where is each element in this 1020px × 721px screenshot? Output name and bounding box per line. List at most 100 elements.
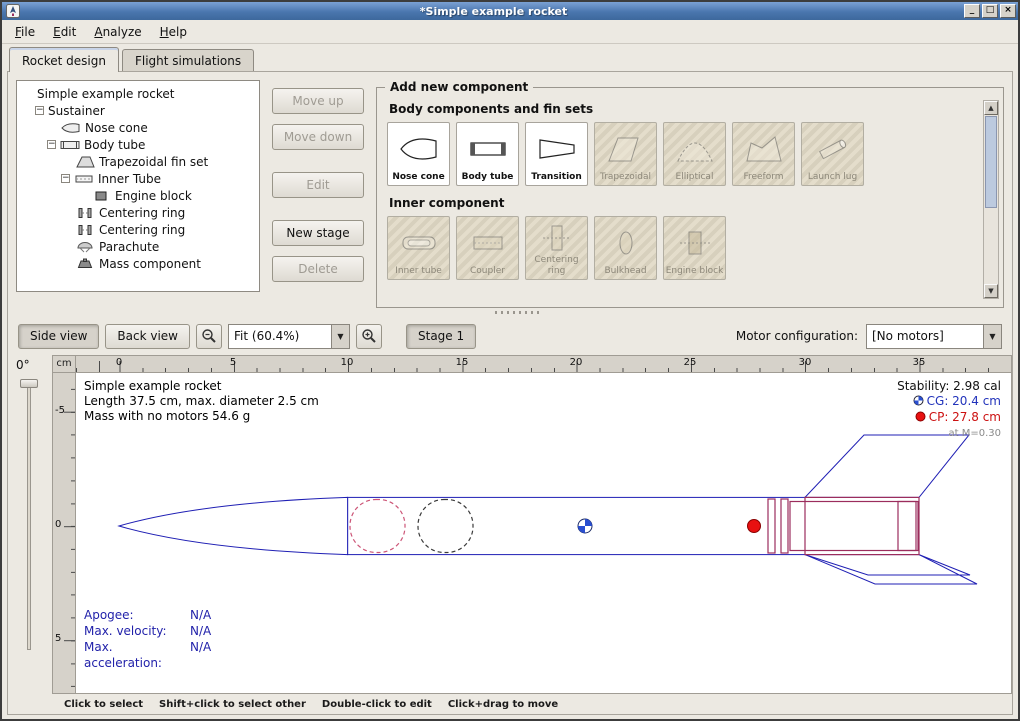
add-inner-tube-button[interactable]: Inner tube xyxy=(387,216,450,280)
collapse-icon[interactable] xyxy=(47,140,56,149)
delete-button[interactable]: Delete xyxy=(272,256,364,282)
zoom-in-button[interactable] xyxy=(356,324,382,349)
add-centering-ring-button[interactable]: Centering ring xyxy=(525,216,588,280)
scroll-down-icon[interactable] xyxy=(984,284,998,298)
trapezoidal-fin-icon xyxy=(606,127,646,172)
ruler-tick-label: 5 xyxy=(55,633,61,644)
tree-item-centering-ring-1[interactable]: Centering ring xyxy=(19,204,257,221)
stability-value: Stability: 2.98 cal xyxy=(897,379,1001,394)
rotation-slider-track[interactable] xyxy=(27,383,31,650)
tree-item-label: Centering ring xyxy=(99,206,185,220)
component-tree[interactable]: Simple example rocket Sustainer Nose con… xyxy=(16,80,260,292)
vertical-ruler-column: cm -5 0 5 xyxy=(52,355,76,694)
dropdown-arrow-icon[interactable] xyxy=(984,324,1002,349)
menu-analyze[interactable]: Analyze xyxy=(85,22,150,42)
freeform-fin-icon xyxy=(744,127,784,172)
centering-ring-icon xyxy=(75,224,95,236)
rotation-slider-thumb[interactable] xyxy=(20,379,38,388)
close-button[interactable]: × xyxy=(1000,4,1016,18)
rocket-canvas[interactable]: Simple example rocket Length 37.5 cm, ma… xyxy=(76,373,1012,694)
ruler-tick-label: 10 xyxy=(341,357,354,368)
move-down-button[interactable]: Move down xyxy=(272,124,364,150)
status-bar: Click to select Shift+click to select ot… xyxy=(8,694,1012,714)
collapse-icon[interactable] xyxy=(61,174,70,183)
add-engine-block-button[interactable]: Engine block xyxy=(663,216,726,280)
add-coupler-button[interactable]: Coupler xyxy=(456,216,519,280)
vertical-scrollbar[interactable] xyxy=(983,100,999,299)
side-view-button[interactable]: Side view xyxy=(18,324,99,349)
component-button-label: Bulkhead xyxy=(604,266,646,276)
engine-block-icon xyxy=(675,221,715,266)
add-nose-cone-button[interactable]: Nose cone xyxy=(387,122,450,186)
scroll-up-icon[interactable] xyxy=(984,101,998,115)
tab-rocket-design[interactable]: Rocket design xyxy=(9,47,119,72)
tree-item-mass-component[interactable]: Mass component xyxy=(19,255,257,272)
motor-configuration: Motor configuration: [No motors] xyxy=(736,324,1002,349)
max-velocity-value: N/A xyxy=(190,623,211,639)
add-body-tube-button[interactable]: Body tube xyxy=(456,122,519,186)
collapse-icon[interactable] xyxy=(35,106,44,115)
move-up-button[interactable]: Move up xyxy=(272,88,364,114)
component-button-label: Engine block xyxy=(666,266,724,276)
ruler-tick-label: 15 xyxy=(456,357,469,368)
menu-file[interactable]: File xyxy=(6,22,44,42)
mach-note: at M=0.30 xyxy=(897,426,1001,441)
maximize-button[interactable]: □ xyxy=(982,4,998,18)
ruler-tick-label: -5 xyxy=(55,405,65,416)
tree-item-parachute[interactable]: Parachute xyxy=(19,238,257,255)
rocket-view-region: 0° cm -5 0 5 0 5 xyxy=(8,355,1012,694)
hint-click-drag: Click+drag to move xyxy=(448,699,558,710)
body-components-row: Nose cone Body tube Transition xyxy=(387,122,977,186)
tree-item-body-tube[interactable]: Body tube xyxy=(19,136,257,153)
app-icon[interactable] xyxy=(6,4,21,18)
cg-icon xyxy=(913,395,924,410)
view-toolbar: Side view Back view Fit (60.4%) Stage 1 … xyxy=(8,317,1012,355)
horizontal-ruler: 0 5 10 15 20 25 30 35 xyxy=(76,355,1012,373)
dropdown-arrow-icon[interactable] xyxy=(332,324,350,349)
edit-button[interactable]: Edit xyxy=(272,172,364,198)
bulkhead-icon xyxy=(606,221,646,266)
max-acceleration-label: Max. acceleration: xyxy=(84,639,190,671)
body-components-label: Body components and fin sets xyxy=(389,102,977,116)
zoom-out-button[interactable] xyxy=(196,324,222,349)
menu-help[interactable]: Help xyxy=(151,22,196,42)
menu-edit[interactable]: Edit xyxy=(44,22,85,42)
motor-configuration-select[interactable]: [No motors] xyxy=(866,324,1002,349)
stage-1-toggle[interactable]: Stage 1 xyxy=(406,324,476,349)
add-bulkhead-button[interactable]: Bulkhead xyxy=(594,216,657,280)
tree-item-label: Engine block xyxy=(115,189,192,203)
hint-double-click: Double-click to edit xyxy=(322,699,432,710)
title-bar[interactable]: *Simple example rocket _ □ × xyxy=(2,2,1018,20)
new-stage-button[interactable]: New stage xyxy=(272,220,364,246)
minimize-button[interactable]: _ xyxy=(964,4,980,18)
tree-item-label: Centering ring xyxy=(99,223,185,237)
motor-configuration-value: [No motors] xyxy=(866,324,984,349)
tree-actions: Move up Move down Edit New stage Delete xyxy=(272,80,364,308)
apogee-value: N/A xyxy=(190,607,211,623)
coupler-icon xyxy=(468,221,508,266)
component-button-label: Elliptical xyxy=(676,172,714,182)
tree-item-rocket[interactable]: Simple example rocket xyxy=(19,85,257,102)
tree-item-centering-ring-2[interactable]: Centering ring xyxy=(19,221,257,238)
tree-item-inner-tube[interactable]: Inner Tube xyxy=(19,170,257,187)
add-elliptical-fin-button[interactable]: Elliptical xyxy=(663,122,726,186)
tree-item-engine-block[interactable]: Engine block xyxy=(19,187,257,204)
zoom-select[interactable]: Fit (60.4%) xyxy=(228,324,350,349)
max-acceleration-value: N/A xyxy=(190,639,211,671)
tree-item-sustainer[interactable]: Sustainer xyxy=(19,102,257,119)
tab-bar: Rocket design Flight simulations xyxy=(2,44,1018,71)
add-trapezoidal-fin-button[interactable]: Trapezoidal xyxy=(594,122,657,186)
back-view-button[interactable]: Back view xyxy=(105,324,190,349)
add-transition-button[interactable]: Transition xyxy=(525,122,588,186)
application-window: *Simple example rocket _ □ × File Edit A… xyxy=(0,0,1020,721)
ruler-unit-label: cm xyxy=(52,355,76,373)
add-launch-lug-button[interactable]: Launch lug xyxy=(801,122,864,186)
tab-flight-simulations[interactable]: Flight simulations xyxy=(122,49,254,72)
tree-item-nose-cone[interactable]: Nose cone xyxy=(19,119,257,136)
cg-line: CG: 20.4 cm xyxy=(897,394,1001,410)
centering-ring-icon xyxy=(75,207,95,219)
tree-item-fin-set[interactable]: Trapezoidal fin set xyxy=(19,153,257,170)
scrollbar-thumb[interactable] xyxy=(985,116,997,208)
add-freeform-fin-button[interactable]: Freeform xyxy=(732,122,795,186)
splitter-handle[interactable] xyxy=(8,308,1012,317)
